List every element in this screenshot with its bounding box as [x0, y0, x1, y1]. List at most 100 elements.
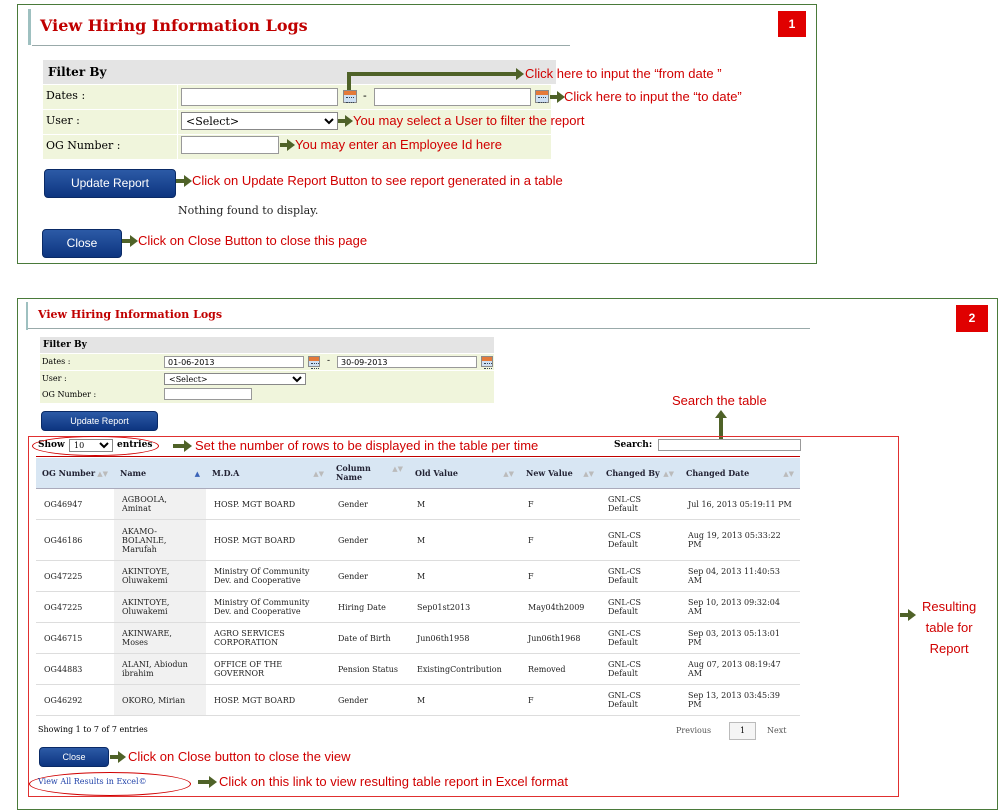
table-cell: F	[520, 519, 600, 561]
annotation-update: Click on Update Report Button to see rep…	[192, 173, 563, 188]
sort-icon: ▲▼	[313, 468, 324, 478]
next-page-button[interactable]: Next	[767, 726, 786, 735]
table-cell: OG47225	[36, 591, 114, 623]
from-date-field[interactable]	[181, 88, 338, 106]
to-date-calendar-icon[interactable]	[481, 356, 493, 369]
close-button[interactable]: Close	[42, 229, 122, 258]
search-label: Search:	[614, 440, 653, 450]
sort-icon: ▲▼	[783, 468, 794, 478]
annotation-from-date: Click here to input the “from date ”	[525, 66, 722, 81]
update-report-button[interactable]: Update Report	[44, 169, 176, 198]
title-accent	[28, 9, 31, 45]
panel-badge: 1	[778, 11, 806, 37]
label-column-divider	[177, 85, 178, 159]
table-cell: ALANI, Abiodun ibrahim	[114, 653, 206, 685]
column-header-label: Changed By	[606, 467, 660, 478]
table-cell: Gender	[330, 519, 409, 561]
table-cell: Pension Status	[330, 653, 409, 685]
column-header[interactable]: ▲▼ Old Value	[409, 458, 520, 489]
table-cell: GNL-CS Default	[600, 591, 680, 623]
search-input[interactable]	[658, 439, 801, 451]
annotation-result-line: table for	[925, 620, 973, 635]
sort-ascending-icon: ▲	[194, 468, 200, 478]
table-cell: M	[409, 488, 520, 520]
column-header-label: New Value	[526, 467, 573, 478]
column-header[interactable]: ▲ Name	[114, 458, 206, 489]
table-cell: Gender	[330, 560, 409, 592]
previous-page-button[interactable]: Previous	[676, 726, 711, 735]
table-cell: May04th2009	[520, 591, 600, 623]
table-cell: OKORO, Mirian	[114, 684, 206, 716]
column-header[interactable]: ▲▼ M.D.A	[206, 458, 330, 489]
table-cell: Sep01st2013	[409, 591, 520, 623]
column-header-label: M.D.A	[212, 467, 240, 478]
sort-icon: ▲▼	[583, 468, 594, 478]
user-select[interactable]: <Select>	[181, 112, 338, 130]
annotation-user: You may select a User to filter the repo…	[353, 113, 585, 128]
column-header[interactable]: ▲▼ New Value	[520, 458, 600, 489]
title-divider	[28, 328, 810, 329]
close-button[interactable]: Close	[39, 747, 109, 767]
table-cell: AKINTOYE, Oluwakemi	[114, 560, 206, 592]
table-cell: OFFICE OF THE GOVERNOR	[206, 653, 330, 685]
sort-icon: ▲▼	[663, 468, 674, 478]
column-header-label: Name	[120, 467, 147, 478]
arrow-head	[287, 139, 295, 151]
table-cell: Sep 03, 2013 05:13:01 PM	[680, 622, 800, 654]
annotation-to-date: Click here to input the “to date”	[564, 89, 742, 104]
arrow-head	[345, 115, 353, 127]
table-cell: Gender	[330, 684, 409, 716]
page-number-button[interactable]: 1	[729, 722, 756, 740]
column-header-label: Old Value	[415, 467, 458, 478]
og-label: OG Number :	[46, 139, 121, 152]
table-cell: Sep 04, 2013 11:40:53 AM	[680, 560, 800, 592]
from-date-field[interactable]	[164, 356, 304, 368]
table-cell: GNL-CS Default	[600, 684, 680, 716]
annotation-close: Click on Close Button to close this page	[138, 233, 368, 248]
to-date-field[interactable]	[374, 88, 531, 106]
sort-icon: ▲▼	[392, 464, 403, 473]
table-cell: GNL-CS Default	[600, 488, 680, 520]
column-header[interactable]: ▲▼ OG Number	[36, 458, 114, 489]
panel-1: 1 View Hiring Information Logs Filter By…	[17, 4, 817, 264]
annotation-result-line: Resulting	[922, 599, 977, 614]
og-number-field[interactable]	[181, 136, 279, 154]
table-row: OG47225 AKINTOYE, Oluwakemi Ministry Of Co…	[36, 560, 800, 592]
table-cell: GNL-CS Default	[600, 622, 680, 654]
arrow-head	[209, 776, 217, 788]
update-report-button[interactable]: Update Report	[41, 411, 158, 431]
og-number-field[interactable]	[164, 388, 252, 400]
table-top-rule	[36, 456, 800, 457]
table-row: OG44883 ALANI, Abiodun ibrahim OFFICE OF T…	[36, 653, 800, 685]
table-cell: Jul 16, 2013 05:19:11 PM	[680, 488, 800, 520]
table-cell: F	[520, 684, 600, 716]
to-date-field[interactable]	[337, 356, 477, 368]
to-date-calendar-icon[interactable]	[535, 90, 549, 103]
from-date-calendar-icon[interactable]	[343, 90, 357, 103]
table-cell: Gender	[330, 488, 409, 520]
annotation-close: Click on Close button to close the view	[128, 749, 351, 764]
table-cell: Sep 10, 2013 09:32:04 AM	[680, 591, 800, 623]
column-header-label: Changed Date	[686, 467, 750, 478]
column-header[interactable]: ▲▼ Column Name	[330, 458, 409, 489]
column-header[interactable]: ▲▼ Changed By	[600, 458, 680, 489]
column-header[interactable]: ▲▼ Changed Date	[680, 458, 800, 489]
excel-link[interactable]: View All Results in Excel©	[38, 777, 147, 786]
og-label: OG Number :	[42, 390, 97, 399]
from-date-calendar-icon[interactable]	[308, 356, 320, 369]
table-cell: Jun06th1958	[409, 622, 520, 654]
title-accent	[26, 302, 28, 330]
table-cell: AGRO SERVICES CORPORATION	[206, 622, 330, 654]
table-row: OG46947 AGBOOLA, Aminat HOSP. MGT BOARD Gen…	[36, 488, 800, 520]
panel-2: 2 View Hiring Information Logs Filter By…	[17, 298, 998, 810]
table-header-row: ▲▼ OG Number ▲ Name ▲▼ M.D.A ▲▼ Column Name …	[36, 458, 800, 489]
arrow-head	[184, 440, 192, 452]
user-label: User :	[46, 114, 80, 127]
arrow-head	[908, 609, 916, 621]
sort-icon: ▲▼	[97, 468, 108, 478]
user-select[interactable]: <Select>	[164, 373, 306, 385]
table-cell: AKINWARE, Moses	[114, 622, 206, 654]
annotation-search: Search the table	[672, 393, 767, 408]
table-cell: Ministry Of Community Dev. and Cooperati…	[206, 591, 330, 623]
table-cell: M	[409, 560, 520, 592]
